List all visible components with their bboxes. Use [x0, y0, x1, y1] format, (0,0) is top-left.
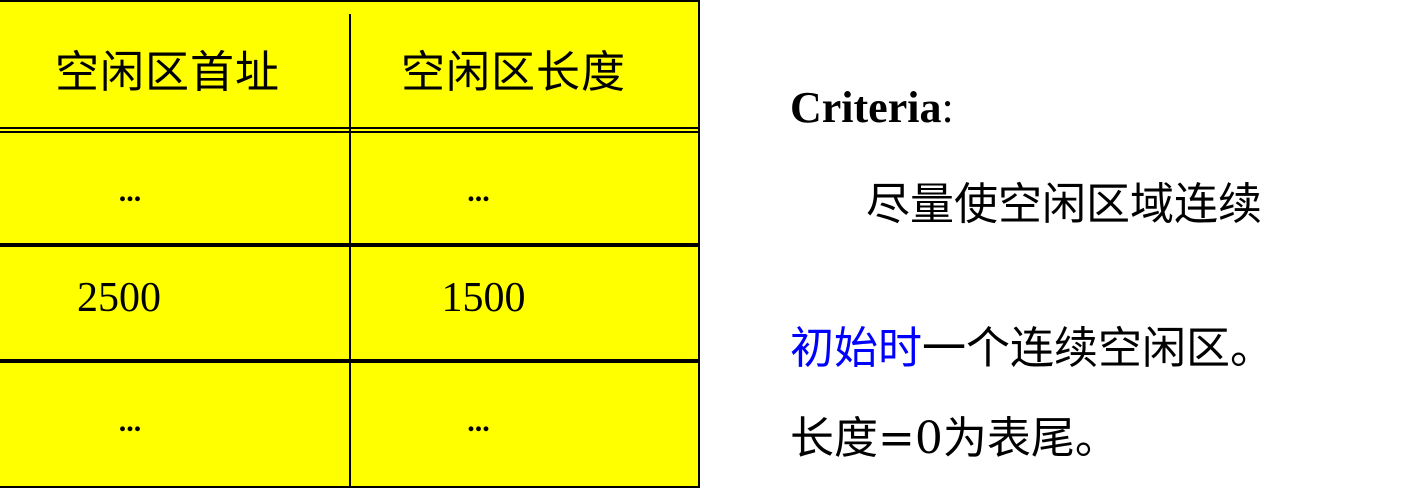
row-separator [0, 359, 698, 363]
table-cell: ... [467, 405, 490, 438]
free-area-table: 空闲区首址 空闲区长度 ... ... 2500 1500 ... ... [0, 0, 700, 488]
header-separator [0, 127, 698, 133]
header-length: 空闲区长度 [401, 47, 626, 98]
note-highlight: 初始时 [790, 323, 922, 374]
criteria-text: 尽量使空闲区域连续 [866, 179, 1262, 230]
table-cell: ... [118, 405, 142, 438]
explanation-panel: Criteria: 尽量使空闲区域连续 初始时一个连续空闲区。 长度=0为表尾。 [790, 0, 1420, 488]
table-cell: ... [118, 175, 142, 208]
header-start-address: 空闲区首址 [55, 47, 280, 98]
note-table-end: 长度=0为表尾。 [790, 413, 1119, 464]
criteria-heading: Criteria: [790, 82, 954, 133]
row-separator [0, 243, 698, 247]
table-cell: 1500 [441, 275, 526, 321]
note-initial-rest: 一个连续空闲区。 [922, 323, 1274, 374]
note-initial: 初始时一个连续空闲区。 [790, 312, 1274, 376]
table-cell: 2500 [77, 275, 161, 321]
table-cell: ... [467, 175, 490, 208]
criteria-colon: : [941, 83, 954, 132]
criteria-label: Criteria [790, 83, 942, 132]
